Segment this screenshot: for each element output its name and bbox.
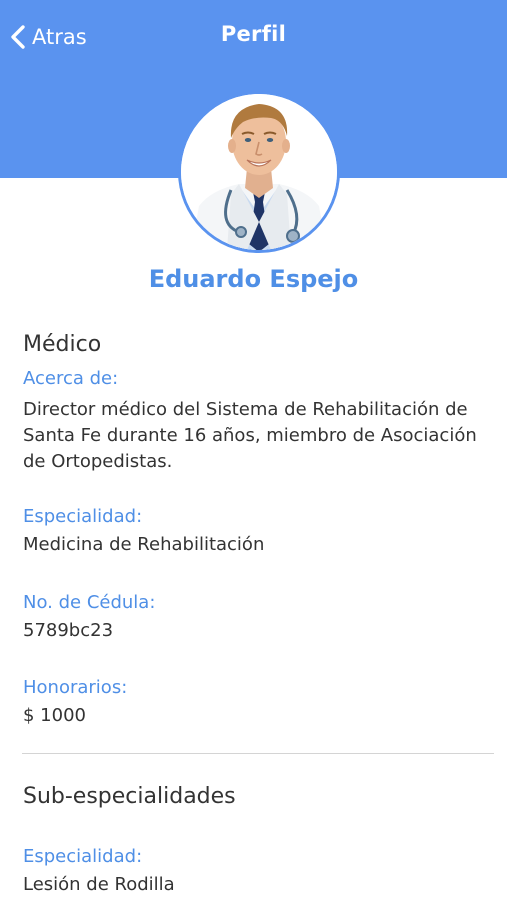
page-title: Perfil <box>220 22 287 46</box>
doctor-portrait-image <box>181 94 337 250</box>
license-label: No. de Cédula: <box>23 592 156 613</box>
avatar <box>181 94 337 250</box>
specialty-label: Especialidad: <box>23 506 143 527</box>
section-divider <box>22 753 494 754</box>
sub-specialty-label: Especialidad: <box>23 846 143 867</box>
specialty-value: Medicina de Rehabilitación <box>23 534 265 555</box>
profile-name: Eduardo Espejo <box>148 265 359 293</box>
sub-specialty-value: Lesión de Rodilla <box>23 874 175 895</box>
section-title-sub-specialties: Sub-especialidades <box>23 784 236 809</box>
fees-label: Honorarios: <box>23 677 128 698</box>
license-value: 5789bc23 <box>23 620 114 641</box>
about-value: Director médico del Sistema de Rehabilit… <box>23 399 477 472</box>
about-label: Acerca de: <box>23 368 119 389</box>
section-title-medico: Médico <box>23 332 102 357</box>
avatar-ring <box>178 91 340 253</box>
fees-value: $ 1000 <box>23 705 86 726</box>
